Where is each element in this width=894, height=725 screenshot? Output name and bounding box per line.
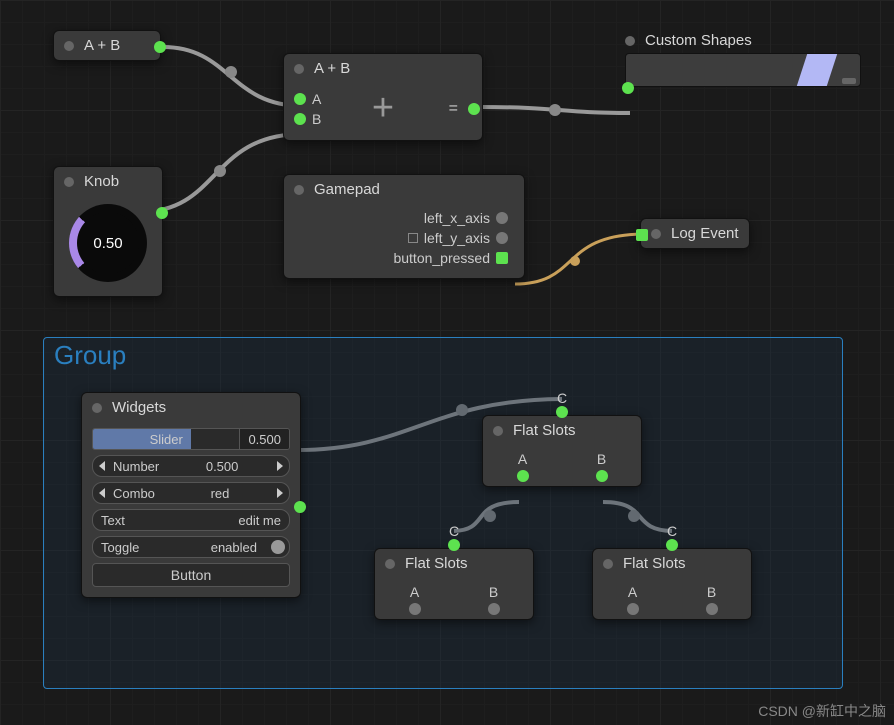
node-dot-icon: [625, 36, 635, 46]
toggle-widget[interactable]: Toggle enabled: [92, 536, 290, 558]
widget-label: Number: [105, 459, 167, 474]
port-label: B: [312, 111, 321, 127]
input-port[interactable]: [636, 229, 648, 241]
bottom-port-a[interactable]: [627, 603, 639, 615]
top-port[interactable]: [666, 539, 678, 551]
output-port[interactable]: [496, 232, 508, 244]
node-dot-icon: [92, 403, 102, 413]
port-label: left_x_axis: [424, 210, 490, 226]
node-title: Flat Slots: [405, 555, 468, 572]
port-label: A: [410, 584, 419, 600]
widget-value: enabled: [203, 540, 265, 555]
widget-label: Combo: [105, 486, 163, 501]
widget-label: Text: [93, 513, 133, 528]
node-log-event[interactable]: Log Event: [640, 218, 750, 249]
widget-value: red: [203, 486, 238, 501]
node-widgets[interactable]: Widgets Slider 0.500 Number 0.500 Combo …: [81, 392, 301, 598]
bottom-port-a[interactable]: [517, 470, 529, 482]
output-port[interactable]: [294, 501, 306, 513]
node-knob[interactable]: Knob 0.50: [53, 166, 163, 297]
button-widget[interactable]: Button: [92, 563, 290, 587]
top-port[interactable]: [448, 539, 460, 551]
combo-widget[interactable]: Combo red: [92, 482, 290, 504]
node-dot-icon: [64, 41, 74, 51]
slider-widget[interactable]: Slider 0.500: [92, 428, 290, 450]
node-flat-slots-3[interactable]: C Flat Slots A B: [592, 548, 752, 620]
node-dot-icon: [385, 559, 395, 569]
output-port[interactable]: [468, 103, 480, 115]
custom-shape-bar[interactable]: [625, 53, 861, 87]
arrow-right-icon[interactable]: [277, 488, 283, 498]
port-label: C: [557, 390, 567, 406]
number-widget[interactable]: Number 0.500: [92, 455, 290, 477]
node-title: Flat Slots: [513, 422, 576, 439]
node-gamepad[interactable]: Gamepad left_x_axis left_y_axis button_p…: [283, 174, 525, 279]
node-title: Gamepad: [314, 181, 380, 198]
bottom-port-b[interactable]: [706, 603, 718, 615]
text-widget[interactable]: Text edit me: [92, 509, 290, 531]
node-custom-shapes[interactable]: Custom Shapes: [625, 32, 861, 87]
plus-icon: +: [372, 87, 394, 130]
widget-value: 0.500: [198, 459, 247, 474]
port-label: C: [667, 523, 677, 539]
top-port[interactable]: [556, 406, 568, 418]
watermark: CSDN @新缸中之脑: [758, 701, 886, 721]
node-dot-icon: [64, 177, 74, 187]
port-label: B: [489, 584, 498, 600]
port-label: button_pressed: [393, 250, 490, 266]
bottom-port-b[interactable]: [488, 603, 500, 615]
node-title: A + B: [314, 60, 350, 77]
widget-label: Slider: [142, 432, 191, 447]
output-port[interactable]: [496, 252, 508, 264]
node-flat-slots-1[interactable]: C Flat Slots A B: [482, 415, 642, 487]
node-title: A + B: [84, 37, 120, 54]
group-container[interactable]: Group Widgets Slider 0.500 Number 0.500 …: [43, 337, 843, 689]
port-label: B: [597, 451, 606, 467]
node-title: Knob: [84, 173, 119, 190]
bottom-port-a[interactable]: [409, 603, 421, 615]
resize-handle-icon[interactable]: [842, 78, 856, 84]
bottom-port-b[interactable]: [596, 470, 608, 482]
node-dot-icon: [294, 64, 304, 74]
group-title: Group: [54, 340, 126, 371]
output-port[interactable]: [496, 212, 508, 224]
node-dot-icon: [603, 559, 613, 569]
node-title: Custom Shapes: [645, 32, 752, 49]
port-label: B: [707, 584, 716, 600]
node-dot-icon: [651, 229, 661, 239]
output-port[interactable]: [156, 207, 168, 219]
input-port-b[interactable]: [294, 113, 306, 125]
checkbox-icon: [408, 233, 418, 243]
input-port[interactable]: [622, 82, 634, 94]
shape-slant: [797, 54, 837, 86]
widget-label: Toggle: [93, 540, 147, 555]
node-dot-icon: [493, 426, 503, 436]
widget-value: edit me: [230, 513, 289, 528]
port-label: left_y_axis: [424, 230, 490, 246]
knob-control[interactable]: 0.50: [69, 204, 147, 282]
toggle-dot-icon[interactable]: [271, 540, 285, 554]
port-label: A: [518, 451, 527, 467]
node-title: Log Event: [671, 225, 739, 242]
node-ab-small[interactable]: A + B: [53, 30, 161, 61]
widget-value: 0.500: [239, 429, 289, 449]
port-label: A: [312, 91, 321, 107]
node-title: Flat Slots: [623, 555, 686, 572]
arrow-right-icon[interactable]: [277, 461, 283, 471]
port-label: C: [449, 523, 459, 539]
node-dot-icon: [294, 185, 304, 195]
node-ab-big[interactable]: A + B A B + =: [283, 53, 483, 141]
output-port[interactable]: [154, 41, 166, 53]
equals-label: =: [449, 100, 458, 118]
node-title: Widgets: [112, 399, 166, 416]
node-flat-slots-2[interactable]: C Flat Slots A B: [374, 548, 534, 620]
input-port-a[interactable]: [294, 93, 306, 105]
port-label: A: [628, 584, 637, 600]
knob-value: 0.50: [93, 235, 122, 252]
